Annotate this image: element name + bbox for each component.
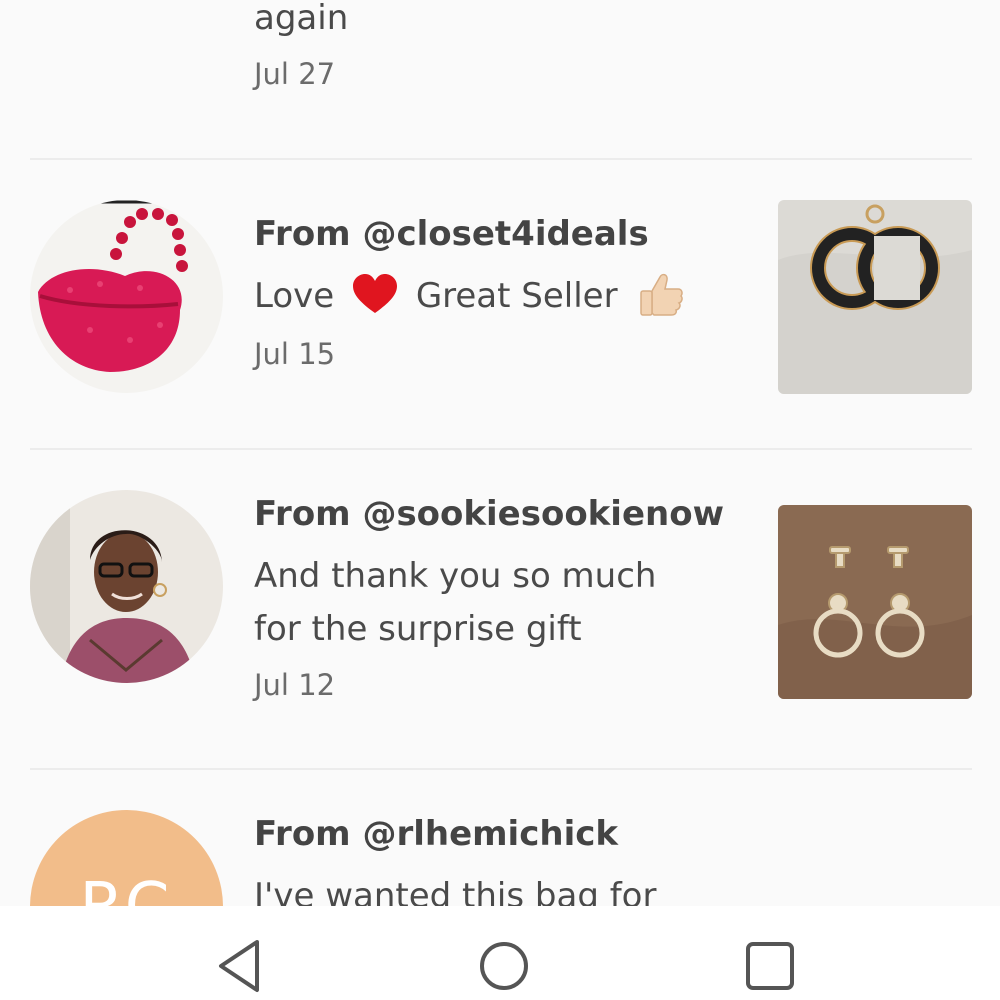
home-circle-icon[interactable] (478, 940, 530, 992)
charm-thumbnail-image (778, 200, 972, 394)
hardware-thumbnail-image (778, 505, 972, 699)
review-text-line: for the surprise gift (254, 609, 582, 649)
avatar[interactable] (30, 200, 223, 393)
avatar[interactable] (30, 490, 223, 683)
review-text-part: Great Seller (415, 276, 618, 316)
reviews-list[interactable]: again Jul 27 From @closet4ideals Love Gr… (0, 0, 1000, 906)
review-author[interactable]: From @closet4ideals (254, 214, 649, 254)
review-text: I've wanted this bag for (254, 876, 657, 906)
review-author[interactable]: From @rlhemichick (254, 814, 618, 854)
review-date: Jul 12 (254, 668, 336, 702)
review-author[interactable]: From @sookiesookienow (254, 494, 724, 534)
system-navigation-bar (0, 906, 1000, 1000)
listing-thumbnail[interactable] (778, 200, 972, 394)
red-purse-avatar-image (30, 200, 223, 393)
review-text-part: Love (254, 276, 335, 316)
recents-square-icon[interactable] (744, 940, 796, 992)
thumbs-up-icon (640, 273, 684, 316)
review-date: Jul 27 (254, 57, 336, 91)
listing-thumbnail[interactable] (778, 505, 972, 699)
avatar-initials: RC (30, 872, 223, 906)
divider (30, 448, 972, 450)
avatar[interactable]: RC (30, 810, 223, 906)
back-triangle-icon[interactable] (213, 938, 265, 994)
review-text: Love Great Seller (254, 270, 774, 323)
review-date: Jul 15 (254, 337, 336, 371)
review-text-line: And thank you so much (254, 556, 657, 596)
review-text: again (254, 0, 349, 38)
heart-icon (353, 274, 397, 313)
divider (30, 768, 972, 770)
divider (30, 158, 972, 160)
woman-portrait-avatar-image (30, 490, 223, 683)
